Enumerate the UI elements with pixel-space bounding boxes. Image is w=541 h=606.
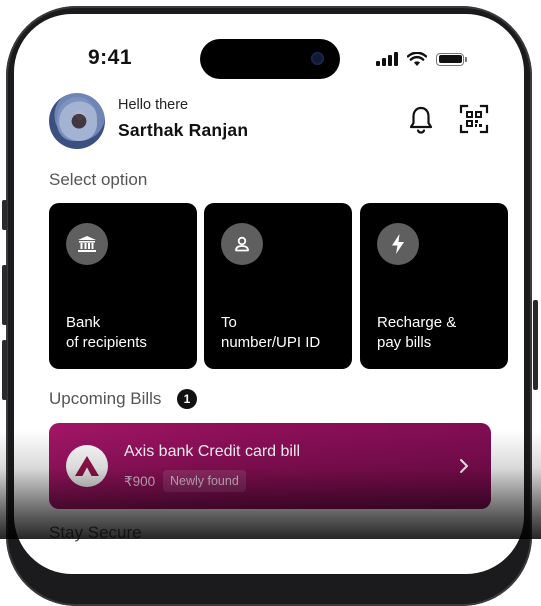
status-icons bbox=[376, 50, 467, 68]
dynamic-island bbox=[200, 39, 340, 79]
user-icon-circle bbox=[221, 223, 263, 265]
option-card-label: To number/UPI ID bbox=[221, 314, 321, 351]
phone-volume-up-button bbox=[2, 265, 7, 325]
bill-title: Axis bank Credit card bill bbox=[124, 443, 301, 460]
bill-card-axis[interactable]: Axis bank Credit card bill ₹900 Newly fo… bbox=[49, 423, 491, 509]
wifi-icon bbox=[407, 51, 427, 66]
upcoming-bills-title: Upcoming Bills bbox=[49, 389, 162, 408]
qr-scan-icon[interactable] bbox=[459, 104, 489, 134]
select-option-title: Select option bbox=[49, 170, 148, 189]
phone-screen: 9:41 Hello there Sarthak Ranjan Select o… bbox=[14, 14, 524, 574]
bank-icon-circle bbox=[66, 223, 108, 265]
stay-secure-title: Stay Secure bbox=[49, 523, 142, 542]
option-card-label: Bank of recipients bbox=[66, 314, 147, 351]
battery-icon bbox=[436, 52, 467, 66]
lightning-icon-circle bbox=[377, 223, 419, 265]
bills-count-badge: 1 bbox=[177, 389, 197, 409]
bill-amount: ₹900 bbox=[124, 474, 156, 489]
avatar[interactable] bbox=[49, 93, 105, 149]
chevron-right-icon[interactable] bbox=[457, 456, 471, 476]
phone-volume-down-button bbox=[2, 340, 7, 400]
newly-found-tag: Newly found bbox=[163, 470, 246, 492]
option-card-upi[interactable]: To number/UPI ID bbox=[204, 203, 352, 369]
greeting-text: Hello there bbox=[118, 97, 189, 113]
phone-power-button bbox=[533, 300, 538, 390]
option-card-recharge[interactable]: Recharge & pay bills bbox=[360, 203, 508, 369]
option-card-bank[interactable]: Bank of recipients bbox=[49, 203, 197, 369]
lightning-icon bbox=[392, 234, 404, 254]
signal-icon bbox=[376, 52, 398, 66]
phone-side-button bbox=[2, 200, 7, 230]
bank-icon bbox=[78, 236, 96, 252]
camera-icon bbox=[311, 52, 324, 65]
status-time: 9:41 bbox=[88, 46, 133, 69]
option-card-label: Recharge & pay bills bbox=[377, 314, 457, 351]
user-icon bbox=[235, 236, 249, 252]
bell-icon[interactable] bbox=[407, 105, 435, 135]
axis-bank-logo-icon bbox=[66, 445, 108, 487]
user-name: Sarthak Ranjan bbox=[118, 120, 249, 140]
